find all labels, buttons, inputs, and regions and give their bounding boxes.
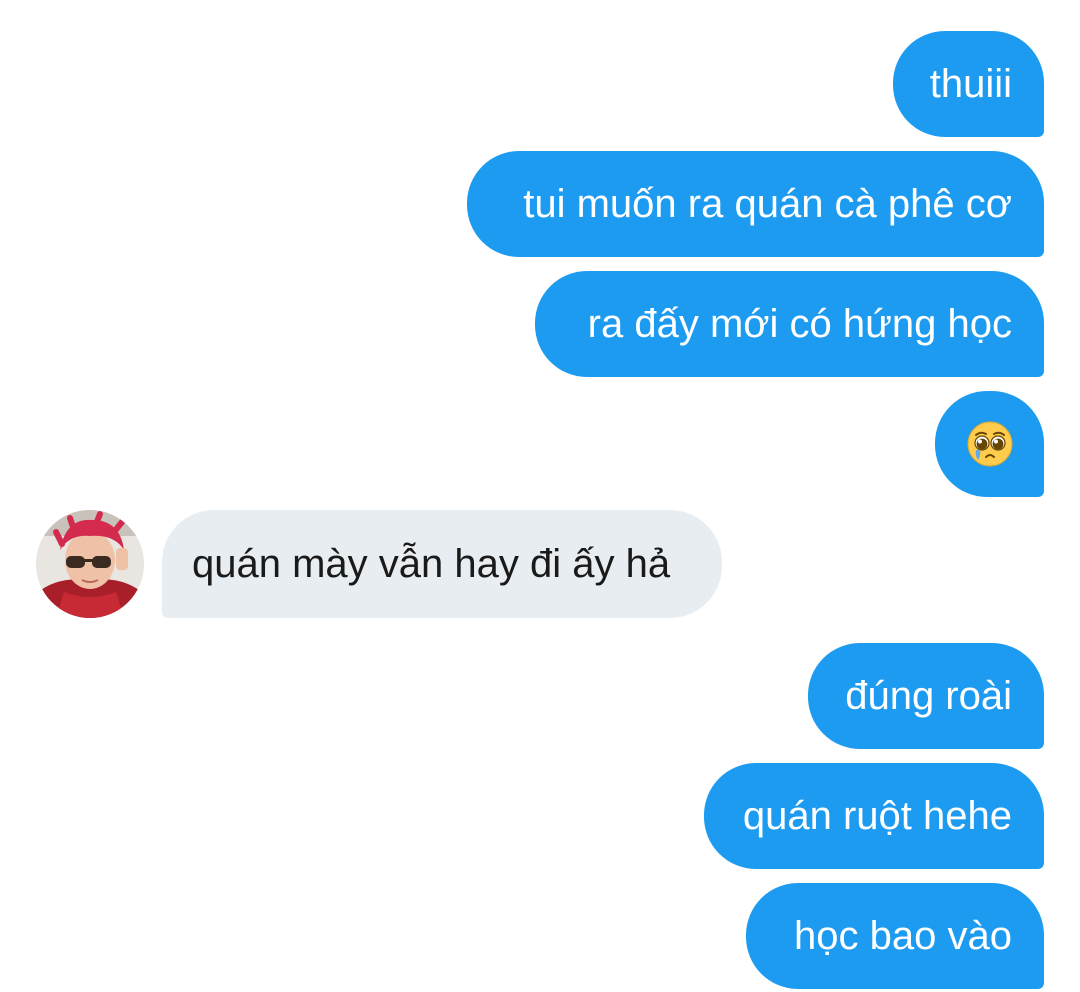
sent-emoji-bubble[interactable] <box>935 391 1044 497</box>
contact-avatar[interactable] <box>36 510 144 618</box>
received-message-bubble[interactable]: quán mày vẫn hay đi ấy hả <box>162 510 722 618</box>
message-text: đúng roài <box>845 674 1012 718</box>
message-text: ra đấy mới có hứng học <box>587 302 1012 346</box>
sent-message-bubble[interactable]: thuiii <box>893 31 1044 137</box>
message-text: quán mày vẫn hay đi ấy hả <box>192 542 671 586</box>
message-text: quán ruột hehe <box>742 794 1012 838</box>
message-text: thuiii <box>929 62 1012 106</box>
sent-message-bubble[interactable]: học bao vào <box>746 883 1044 989</box>
sent-message-bubble[interactable]: ra đấy mới có hứng học <box>535 271 1044 377</box>
pleading-face-emoji <box>966 420 1014 468</box>
sent-message-bubble[interactable]: tui muốn ra quán cà phê cơ <box>467 151 1044 257</box>
message-text: tui muốn ra quán cà phê cơ <box>523 182 1012 226</box>
message-text: học bao vào <box>794 914 1012 958</box>
sent-message-bubble[interactable]: đúng roài <box>808 643 1044 749</box>
sent-message-bubble[interactable]: quán ruột hehe <box>704 763 1044 869</box>
